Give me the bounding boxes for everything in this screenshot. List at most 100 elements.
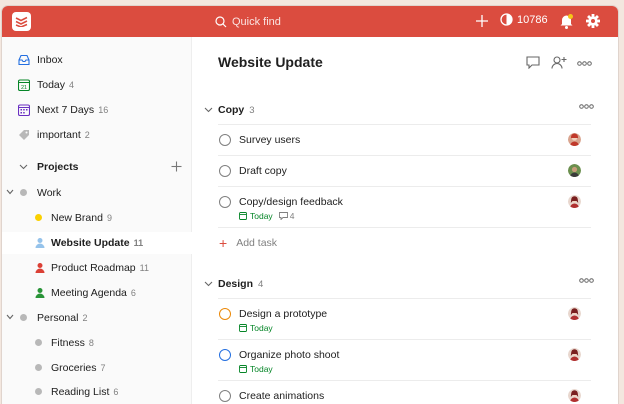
svg-text:21: 21: [21, 85, 27, 91]
sidebar-item-next-7-days[interactable]: Next 7 Days 16: [2, 99, 192, 121]
more-options-icon[interactable]: [579, 104, 594, 109]
project-count: 8: [88, 338, 94, 348]
project-count: 6: [130, 288, 136, 298]
share-add-person-icon[interactable]: [551, 56, 567, 69]
section-count: 3: [249, 104, 255, 116]
calendar-icon: [239, 324, 247, 332]
project-count: 11: [133, 238, 144, 248]
calendar-today-icon: 21: [18, 79, 30, 91]
top-bar: Quick find 10786: [2, 6, 618, 37]
karma-count: 10786: [517, 13, 548, 26]
add-task-button[interactable]: + Add task: [218, 233, 277, 253]
assignee-avatar[interactable]: [568, 389, 581, 402]
person-icon: [35, 288, 45, 298]
divider: [218, 339, 591, 340]
task-meta: Today 4: [239, 211, 294, 221]
section-count: 4: [258, 278, 264, 290]
chevron-down-icon[interactable]: [204, 107, 213, 113]
project-item-new-brand[interactable]: New Brand 9: [2, 207, 192, 229]
task-checkbox[interactable]: [219, 134, 231, 146]
project-label: New Brand 9: [51, 212, 112, 224]
task-checkbox[interactable]: [219, 196, 231, 208]
add-task-label: Add task: [236, 237, 278, 249]
calendar-icon: [239, 365, 247, 373]
project-item-website-update[interactable]: Website Update 11: [2, 232, 192, 254]
settings-gear-icon[interactable]: [585, 12, 601, 30]
project-item-meeting-agenda[interactable]: Meeting Agenda 6: [2, 282, 192, 304]
todoist-logo-icon[interactable]: [12, 12, 31, 31]
project-item-groceries[interactable]: Groceries 7: [2, 357, 192, 379]
project-color-dot: [35, 339, 42, 346]
section-name: Copy: [218, 104, 245, 116]
project-color-dot: [35, 214, 42, 221]
chevron-down-icon[interactable]: [204, 281, 213, 287]
assignee-avatar[interactable]: [568, 348, 581, 361]
more-options-icon[interactable]: [577, 61, 592, 66]
task-name: Draft copy: [239, 165, 287, 177]
projects-header[interactable]: Projects: [2, 156, 192, 178]
more-options-icon[interactable]: [579, 278, 594, 283]
karma-button[interactable]: 10786: [500, 13, 548, 26]
due-date[interactable]: Today: [250, 364, 273, 374]
projects-label: Projects: [37, 161, 79, 173]
sidebar-item-inbox[interactable]: Inbox: [2, 49, 192, 71]
chevron-down-icon[interactable]: [6, 314, 14, 320]
comment-count[interactable]: 4: [278, 211, 294, 221]
divider: [218, 298, 591, 299]
add-project-icon[interactable]: [171, 161, 182, 172]
sidebar-item-label: Today 4: [37, 79, 75, 91]
project-count: 2: [82, 313, 88, 323]
task-item[interactable]: Draft copy: [218, 157, 591, 187]
divider: [218, 155, 591, 156]
person-icon: [35, 238, 45, 248]
assignee-avatar[interactable]: [568, 164, 581, 177]
project-item-work[interactable]: Work: [2, 182, 192, 204]
calendar-week-icon: [18, 104, 30, 116]
project-count: 11: [139, 263, 149, 273]
page-title: Website Update: [218, 54, 323, 70]
task-checkbox[interactable]: [219, 308, 231, 320]
project-item-product-roadmap[interactable]: Product Roadmap 11: [2, 257, 192, 279]
project-count: 6: [113, 387, 119, 397]
sidebar-item-important[interactable]: important 2: [2, 124, 192, 146]
task-checkbox[interactable]: [219, 349, 231, 361]
chevron-down-icon[interactable]: [6, 189, 14, 195]
project-label: Fitness 8: [51, 337, 94, 349]
comments-icon[interactable]: [526, 56, 540, 69]
project-color-dot: [20, 189, 27, 196]
main-content: Website Update Copy 3 Survey users Draft…: [193, 37, 618, 404]
due-date[interactable]: Today: [250, 323, 273, 333]
task-checkbox[interactable]: [219, 165, 231, 177]
section-header-copy[interactable]: Copy 3: [204, 100, 594, 120]
project-item-reading-list[interactable]: Reading List 6: [2, 381, 192, 403]
section-header-design[interactable]: Design 4: [204, 274, 594, 294]
project-item-fitness[interactable]: Fitness 8: [2, 332, 192, 354]
person-icon: [35, 263, 45, 273]
search-icon: [215, 15, 227, 27]
task-item[interactable]: Survey users: [218, 126, 591, 156]
task-item[interactable]: Design a prototype Today: [218, 300, 591, 338]
due-date[interactable]: Today: [250, 211, 273, 221]
app-window: Quick find 10786 Inbox 21 Today 4 Next 7…: [2, 6, 618, 404]
assignee-avatar[interactable]: [568, 133, 581, 146]
comment-icon: [278, 212, 288, 220]
quick-find-input[interactable]: Quick find: [215, 13, 281, 30]
task-item[interactable]: Organize photo shoot Today: [218, 341, 591, 379]
project-label: Meeting Agenda 6: [51, 287, 136, 299]
divider: [218, 124, 591, 125]
task-name: Survey users: [239, 134, 301, 146]
project-label: Reading List 6: [51, 386, 119, 398]
project-color-dot: [35, 364, 42, 371]
sidebar-item-today[interactable]: 21 Today 4: [2, 74, 192, 96]
task-meta: Today: [239, 364, 273, 374]
project-color-dot: [20, 314, 27, 321]
chevron-down-icon[interactable]: [19, 164, 28, 170]
task-name: Design a prototype: [239, 308, 328, 320]
task-item[interactable]: Create animations: [218, 382, 591, 404]
add-icon[interactable]: [475, 12, 489, 30]
task-checkbox[interactable]: [219, 390, 231, 402]
task-item[interactable]: Copy/design feedback Today 4: [218, 188, 591, 226]
assignee-avatar[interactable]: [568, 195, 581, 208]
assignee-avatar[interactable]: [568, 307, 581, 320]
project-item-personal[interactable]: Personal 2: [2, 307, 192, 329]
